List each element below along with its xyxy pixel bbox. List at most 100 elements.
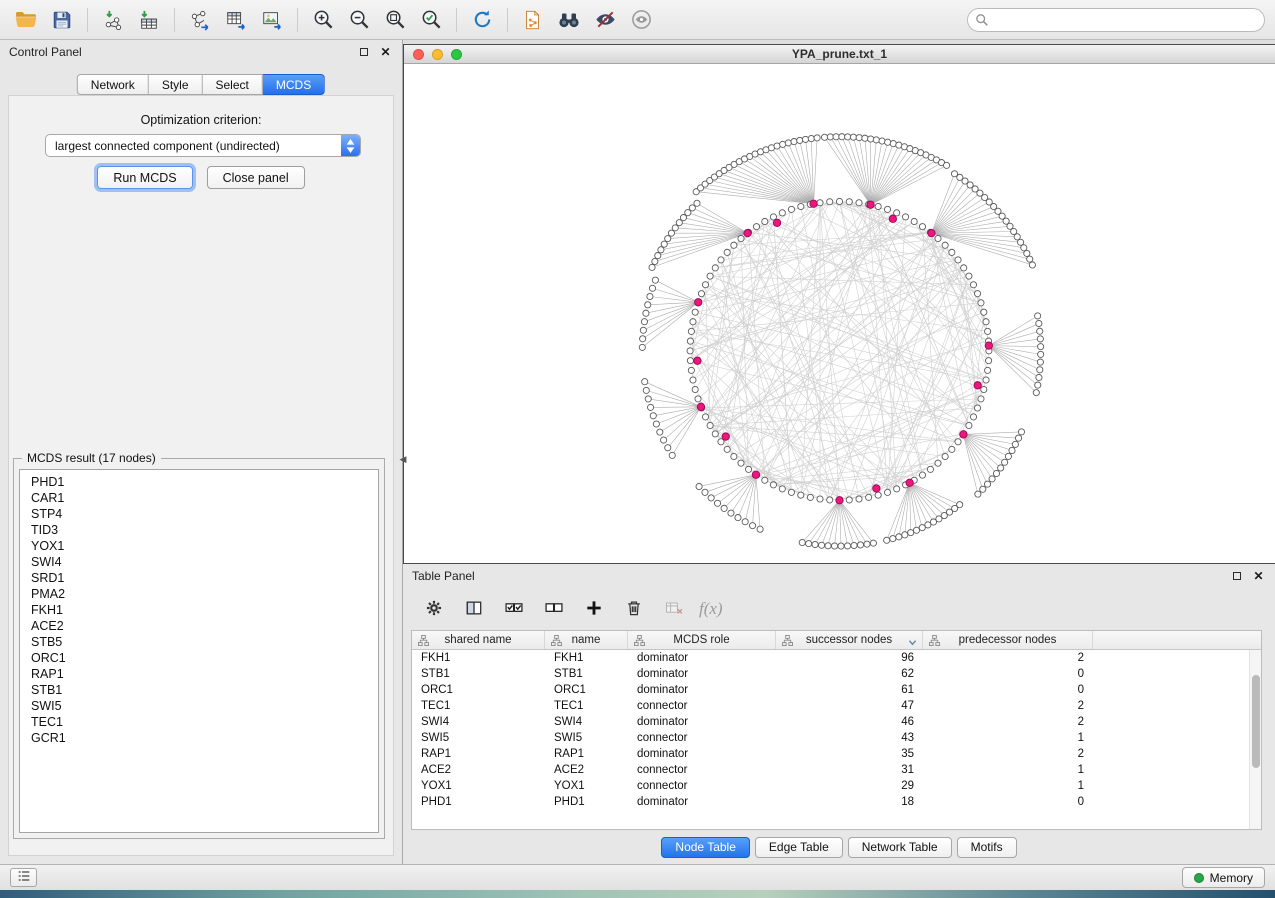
- close-panel-button[interactable]: ✕: [378, 45, 393, 60]
- network-graph[interactable]: [404, 64, 1275, 563]
- maximize-window-icon[interactable]: [451, 49, 462, 60]
- table-row[interactable]: ORC1ORC1dominator610: [412, 682, 1261, 698]
- table-row[interactable]: ACE2ACE2connector311: [412, 762, 1261, 778]
- import-network-button[interactable]: [95, 4, 131, 36]
- add-column-button[interactable]: [579, 594, 609, 624]
- control-panel-tab-network[interactable]: Network: [77, 74, 149, 95]
- table-row[interactable]: FKH1FKH1dominator962: [412, 650, 1261, 666]
- mcds-result-node[interactable]: STB1: [20, 682, 378, 698]
- close-panel-action-button[interactable]: Close panel: [207, 166, 305, 189]
- delete-table-button[interactable]: [659, 594, 689, 624]
- mcds-result-node[interactable]: CAR1: [20, 490, 378, 506]
- float-panel-button[interactable]: [356, 45, 371, 60]
- optimization-criterion-dropdown[interactable]: largest connected component (undirected): [45, 134, 361, 157]
- cell-MCDS-role: connector: [628, 698, 776, 714]
- deselect-all-button[interactable]: [539, 594, 569, 624]
- table-tab-edge-table[interactable]: Edge Table: [755, 837, 843, 858]
- function-builder-button[interactable]: f(x): [699, 594, 723, 624]
- cell-MCDS-role: connector: [628, 762, 776, 778]
- zoom-fit-button[interactable]: [377, 4, 413, 36]
- column-header-filler: [1093, 631, 1261, 649]
- mcds-result-node[interactable]: TID3: [20, 522, 378, 538]
- show-columns-button[interactable]: [459, 594, 489, 624]
- mcds-result-node[interactable]: YOX1: [20, 538, 378, 554]
- table-settings-button[interactable]: [419, 594, 449, 624]
- save-session-button[interactable]: [44, 4, 80, 36]
- search-network-button[interactable]: [551, 4, 587, 36]
- scrollbar-thumb[interactable]: [1252, 675, 1260, 768]
- table-tab-motifs[interactable]: Motifs: [957, 837, 1017, 858]
- memory-button[interactable]: Memory: [1182, 867, 1265, 888]
- control-panel-tab-style[interactable]: Style: [149, 74, 203, 95]
- mcds-result-node[interactable]: FKH1: [20, 602, 378, 618]
- zoom-selected-icon: [420, 8, 443, 31]
- import-table-button[interactable]: [131, 4, 167, 36]
- mcds-result-node[interactable]: STB5: [20, 634, 378, 650]
- zoom-selected-button[interactable]: [413, 4, 449, 36]
- mcds-result-node[interactable]: PHD1: [20, 474, 378, 490]
- table-row[interactable]: RAP1RAP1dominator352: [412, 746, 1261, 762]
- export-table-button[interactable]: [218, 4, 254, 36]
- node-table: shared namenameMCDS rolesuccessor nodesp…: [411, 630, 1262, 830]
- sort-desc-icon[interactable]: [908, 637, 917, 649]
- column-header-predecessor-nodes[interactable]: predecessor nodes: [923, 631, 1093, 649]
- select-all-button[interactable]: [499, 594, 529, 624]
- plus-icon: [584, 598, 604, 621]
- table-row[interactable]: YOX1YOX1connector291: [412, 778, 1261, 794]
- refresh-button[interactable]: [464, 4, 500, 36]
- column-header-successor-nodes[interactable]: successor nodes: [776, 631, 923, 649]
- table-row[interactable]: TEC1TEC1connector472: [412, 698, 1261, 714]
- show-all-button[interactable]: [623, 4, 659, 36]
- table-row[interactable]: STB1STB1dominator620: [412, 666, 1261, 682]
- close-table-panel-button[interactable]: ✕: [1251, 569, 1266, 584]
- export-network-button[interactable]: [182, 4, 218, 36]
- optimization-criterion-label: Optimization criterion:: [9, 113, 393, 127]
- network-canvas[interactable]: [404, 64, 1275, 563]
- clone-network-button[interactable]: [515, 4, 551, 36]
- close-window-icon[interactable]: [413, 49, 424, 60]
- mcds-result-node[interactable]: GCR1: [20, 730, 378, 746]
- mcds-result-node[interactable]: ORC1: [20, 650, 378, 666]
- task-history-button[interactable]: [10, 868, 37, 887]
- mcds-result-node[interactable]: SRD1: [20, 570, 378, 586]
- network-leaf-nodes[interactable]: [639, 134, 1044, 550]
- mcds-result-node[interactable]: RAP1: [20, 666, 378, 682]
- vertical-scrollbar[interactable]: [1249, 650, 1261, 829]
- cell-name: SWI5: [545, 730, 628, 746]
- run-mcds-button[interactable]: Run MCDS: [97, 166, 192, 189]
- hide-selected-button[interactable]: [587, 4, 623, 36]
- eye-icon: [630, 8, 653, 31]
- open-file-button[interactable]: [8, 4, 44, 36]
- table-row[interactable]: SWI4SWI4dominator462: [412, 714, 1261, 730]
- search-input[interactable]: [967, 8, 1265, 32]
- table-tab-network-table[interactable]: Network Table: [848, 837, 952, 858]
- control-panel: Control Panel ✕ NetworkStyleSelectMCDS O…: [0, 40, 403, 864]
- column-header-shared-name[interactable]: shared name: [412, 631, 545, 649]
- column-header-MCDS-role[interactable]: MCDS role: [628, 631, 776, 649]
- mcds-result-node[interactable]: TEC1: [20, 714, 378, 730]
- table-row[interactable]: SWI5SWI5connector431: [412, 730, 1261, 746]
- mcds-result-node[interactable]: ACE2: [20, 618, 378, 634]
- mcds-result-node[interactable]: PMA2: [20, 586, 378, 602]
- float-table-panel-button[interactable]: [1229, 569, 1244, 584]
- control-panel-tab-mcds[interactable]: MCDS: [263, 74, 325, 95]
- mcds-result-list[interactable]: PHD1CAR1STP4TID3YOX1SWI4SRD1PMA2FKH1ACE2…: [19, 469, 379, 833]
- cell-shared-name: SWI5: [412, 730, 545, 746]
- mcds-result-node[interactable]: STP4: [20, 506, 378, 522]
- zoom-fit-icon: [384, 8, 407, 31]
- mcds-result-node[interactable]: SWI4: [20, 554, 378, 570]
- minimize-window-icon[interactable]: [432, 49, 443, 60]
- table-row[interactable]: PHD1PHD1dominator180: [412, 794, 1261, 810]
- control-panel-tab-select[interactable]: Select: [203, 74, 263, 95]
- cell-successor-nodes: 29: [776, 778, 923, 794]
- zoom-out-button[interactable]: [341, 4, 377, 36]
- column-header-name[interactable]: name: [545, 631, 628, 649]
- table-tab-node-table[interactable]: Node Table: [661, 837, 750, 858]
- export-image-button[interactable]: [254, 4, 290, 36]
- mcds-result-node[interactable]: SWI5: [20, 698, 378, 714]
- delete-column-button[interactable]: [619, 594, 649, 624]
- zoom-in-button[interactable]: [305, 4, 341, 36]
- table-panel-title: Table Panel: [412, 569, 1222, 583]
- panel-splitter-handle[interactable]: ◀: [398, 448, 408, 470]
- control-panel-header: Control Panel ✕: [0, 40, 402, 64]
